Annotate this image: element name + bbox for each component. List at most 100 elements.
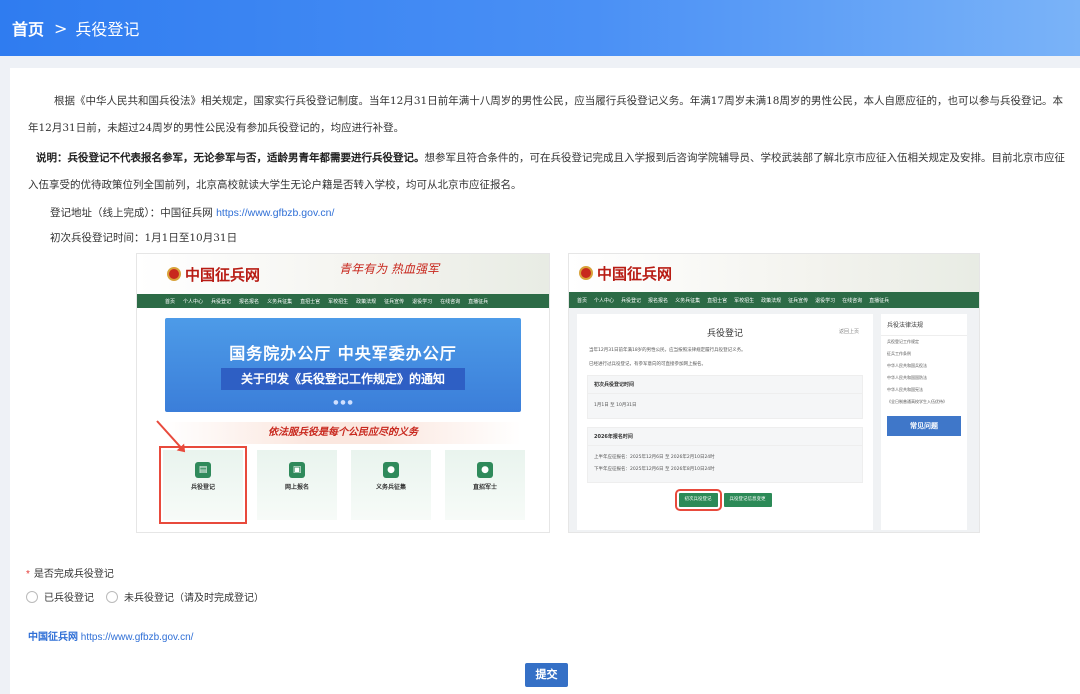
site-nav: 首页 个人中心 兵役登记 报名报名 义务兵征集 直招士官 军校招生 政策法规 征兵宣传 退役学习在… <box>569 292 979 308</box>
footer-link-name[interactable]: 中国征兵网 <box>28 632 78 643</box>
nav-item: 首页 <box>165 298 176 305</box>
sidebar-item: 中华人民共和国国防法 <box>887 375 927 380</box>
screenshot-registration: 中国征兵网 首页 个人中心 兵役登记 报名报名 义务兵征集 直招士官 军校招生 政策法规 征兵宣… <box>568 253 980 533</box>
site-logo: 中国征兵网 <box>185 265 261 284</box>
nav-item: 首页 <box>577 297 588 304</box>
badge-icon: ▣ <box>289 462 305 478</box>
required-mark: * <box>26 569 30 580</box>
address-link[interactable]: https://www.gfbzb.gov.cn/ <box>216 207 334 219</box>
nav-item: 报名报名 <box>648 297 669 304</box>
nav-item: 直播征兵 <box>869 297 890 304</box>
question-text: 是否完成兵役登记 <box>33 569 114 580</box>
panel-buttons: 初次兵役登记 兵役登记信息变更 <box>577 489 873 511</box>
breadcrumb-home[interactable]: 首页 <box>12 16 44 40</box>
emblem-icon <box>579 266 593 280</box>
nav-item: 在线咨询 <box>440 298 461 305</box>
breadcrumb-separator: > <box>54 18 68 38</box>
nav-item: 征兵宣传 <box>384 298 405 305</box>
note-bold: 说明：兵役登记不代表报名参军，无论参军与否，适龄男青年都需要进行兵役登记。 <box>36 152 425 164</box>
document-icon: ▤ <box>195 462 211 478</box>
tile-online-signup: ▣ 网上报名 <box>257 450 337 520</box>
nav-item: 个人中心 <box>594 297 615 304</box>
top-header: 首页 > 兵役登记 <box>0 0 1080 56</box>
nav-item: 个人中心 <box>183 298 204 305</box>
panel-title: 兵役登记 <box>706 329 743 339</box>
nav-item: 在线咨询 <box>842 297 863 304</box>
nav-item: 义务兵征集 <box>267 298 293 305</box>
tile-registration: ▤ 兵役登记 <box>159 446 247 524</box>
sidebar-item: 征兵工作条例 <box>887 351 911 356</box>
intro-paragraph: 根据《中华人民共和国兵役法》相关规定，国家实行兵役登记制度。当年12月31日前年… <box>28 95 1063 134</box>
nav-item: 兵役登记 <box>211 298 232 305</box>
address-line: 登记地址（线上完成）：中国征兵网 https://www.gfbzb.gov.c… <box>50 205 334 220</box>
nav-item: 征兵宣传 <box>788 297 809 304</box>
option-label: 已兵役登记 <box>44 593 94 604</box>
site-header: 中国征兵网 青年有为 热血强军 <box>137 254 549 294</box>
box-header: 初次兵役登记时间 <box>588 376 862 394</box>
site-header: 中国征兵网 <box>569 254 979 292</box>
site-logo: 中国征兵网 <box>597 264 673 283</box>
site-slogan: 青年有为 热血强军 <box>339 262 439 276</box>
time-line: 初次兵役登记时间：1月1日至10月31日 <box>50 232 238 244</box>
footer-link-url[interactable]: https://www.gfbzb.gov.cn/ <box>81 632 194 643</box>
box-line: 上半年应征报名：2025年12月6日 至 2026年2月10日24时 <box>594 455 715 460</box>
tile-label: 兵役登记 <box>190 484 215 491</box>
nav-item: 报名报名 <box>239 298 260 305</box>
nav-item: 政策法规 <box>761 297 782 304</box>
nav-item: 直播征兵 <box>468 298 489 305</box>
footer-link[interactable]: 中国征兵网 https://www.gfbzb.gov.cn/ <box>28 628 193 643</box>
nav-item: 退役学习 <box>412 298 433 305</box>
box-header: 2026年报名时间 <box>588 428 862 446</box>
address-label: 登记地址（线上完成）：中国征兵网 <box>50 207 213 219</box>
box-line: 下半年应征报名：2025年12月6日 至 2026年8月10日24时 <box>594 467 715 472</box>
site-nav: 首页 个人中心 兵役登记 报名报名 义务兵征集 直招士官 军校招生 政策法规 征兵宣传 退役学习在… <box>137 294 549 308</box>
panel-bullet: 已经进行过兵役登记，有参军意向的可直接参加网上报名。 <box>589 362 706 367</box>
signup-box: 2026年报名时间 上半年应征报名：2025年12月6日 至 2026年2月10… <box>587 427 863 483</box>
sidebar-title: 兵役法律法规 <box>881 314 967 336</box>
sidebar-item: 兵役登记工作规定 <box>887 339 919 344</box>
carousel-dots-icon: ● ● ● <box>333 399 353 406</box>
tile-label: 网上报名 <box>284 484 309 491</box>
nav-item: 退役学习 <box>815 297 836 304</box>
sidebar-item: 中华人民共和国宪法 <box>887 387 923 392</box>
radio-circle-icon[interactable] <box>26 590 38 603</box>
tile-direct-recruit: ● 直招军士 <box>445 450 525 520</box>
option-label: 未兵役登记（请及时完成登记） <box>124 593 264 604</box>
law-sidebar: 兵役法律法规 兵役登记工作规定 征兵工作条例 中华人民共和国兵役法 中华人民共和… <box>881 314 967 530</box>
nav-item: 兵役登记 <box>621 297 642 304</box>
nav-item: 直招士官 <box>707 297 728 304</box>
emblem-icon <box>167 267 181 281</box>
nav-item: 军校招生 <box>734 297 755 304</box>
nav-item: 政策法规 <box>356 298 377 305</box>
radio-circle-icon[interactable] <box>106 590 118 603</box>
option-registered[interactable]: 已兵役登记 <box>26 589 94 604</box>
nav-item: 直招士官 <box>300 298 321 305</box>
duty-slogan: 依法服兵役是每个公民应尽的义务 <box>165 422 521 444</box>
registration-radio-group: 已兵役登记 未兵役登记（请及时完成登记） <box>26 589 276 604</box>
panel-bullet: 当年12月31日前年满18岁的男性公民，应当按照法律规定履行兵役登记义务。 <box>589 348 746 353</box>
note-paragraph: 说明：兵役登记不代表报名参军，无论参军与否，适龄男青年都需要进行兵役登记。想参军… <box>28 145 1068 199</box>
time-box: 初次兵役登记时间 1月1日 至 10月31日 <box>587 375 863 419</box>
first-registration-button: 初次兵役登记 <box>674 489 722 511</box>
question-label: * 是否完成兵役登记 <box>26 565 114 580</box>
breadcrumb-current: 兵役登记 <box>75 20 140 39</box>
sidebar-item: 《全日制普通高校学生入伍优待》 <box>887 399 947 404</box>
sidebar-item: 中华人民共和国兵役法 <box>887 363 927 368</box>
banner: 国务院办公厅 中央军委办公厅 关于印发《兵役登记工作规定》的通知 ● ● ● <box>165 318 521 412</box>
soldier-icon: ● <box>477 462 493 478</box>
tile-conscription: ● 义务兵征集 <box>351 450 431 520</box>
box-body: 1月1日 至 10月31日 <box>594 403 637 408</box>
screenshot-homepage: 中国征兵网 青年有为 热血强军 首页 个人中心 兵役登记 报名报名 义务兵征集 直招士官军… <box>136 253 550 533</box>
change-info-button: 兵役登记信息变更 <box>723 493 772 507</box>
box-body: 上半年应征报名：2025年12月6日 至 2026年2月10日24时 下半年应征… <box>588 446 862 482</box>
nav-item: 军校招生 <box>328 298 349 305</box>
submit-button[interactable]: 提交 <box>525 663 568 687</box>
back-link: 返回上页 <box>838 329 859 335</box>
option-not-registered[interactable]: 未兵役登记（请及时完成登记） <box>106 589 264 604</box>
tile-label: 直招军士 <box>472 484 497 491</box>
tile-label: 义务兵征集 <box>375 484 406 491</box>
person-icon: ● <box>383 462 399 478</box>
nav-item: 义务兵征集 <box>675 297 701 304</box>
banner-subtitle: 关于印发《兵役登记工作规定》的通知 <box>221 368 465 390</box>
registration-panel: 兵役登记 返回上页 当年12月31日前年满18岁的男性公民，应当按照法律规定履行… <box>577 314 873 530</box>
